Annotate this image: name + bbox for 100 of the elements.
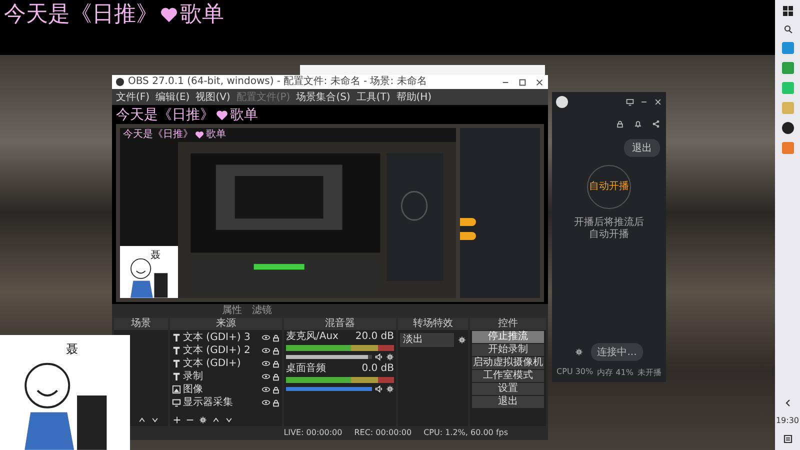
- close-icon[interactable]: [535, 78, 544, 86]
- clock: 19:30: [776, 416, 800, 426]
- lock-icon[interactable]: [616, 120, 624, 128]
- channel-name: 桌面音频: [286, 363, 326, 375]
- lock-icon[interactable]: [272, 372, 280, 380]
- eye-icon[interactable]: [262, 386, 270, 393]
- status-text: 内存 41%: [597, 367, 634, 378]
- settings-icon[interactable]: [386, 353, 394, 361]
- menu-item[interactable]: 场景集合(S): [296, 90, 350, 104]
- text-icon: [172, 333, 181, 342]
- obs-logo-icon: [116, 78, 124, 86]
- settings-icon[interactable]: [199, 416, 207, 424]
- up-icon[interactable]: [138, 416, 146, 424]
- exit-button[interactable]: 退出: [624, 139, 660, 157]
- menu-item[interactable]: 视图(V): [196, 90, 230, 104]
- dock-header: 来源: [170, 318, 282, 330]
- nested-caption: 歌单: [206, 129, 226, 141]
- dock-header: 混音器: [284, 318, 396, 330]
- avatar[interactable]: [556, 96, 568, 108]
- channel-reading: 0.0 dB: [362, 363, 394, 375]
- toolbar-button[interactable]: 滤镜: [252, 305, 272, 317]
- close-icon[interactable]: [654, 98, 662, 106]
- dock-header: 控件: [470, 318, 546, 330]
- add-icon[interactable]: [173, 416, 181, 424]
- settings-icon[interactable]: [386, 385, 394, 393]
- settings-icon[interactable]: [575, 348, 584, 356]
- cpu-status: CPU: 1.2%, 60.00 fps: [424, 428, 508, 438]
- lock-icon[interactable]: [272, 334, 280, 342]
- eye-icon[interactable]: [262, 334, 270, 341]
- share-icon[interactable]: [652, 120, 660, 128]
- status-text: 未开播: [637, 367, 662, 378]
- menu-item[interactable]: 编辑(E): [156, 90, 190, 104]
- overlay-title: 歌单: [180, 2, 224, 28]
- eye-icon[interactable]: [262, 399, 270, 406]
- notification-icon[interactable]: [782, 434, 792, 444]
- speaker-icon[interactable]: [375, 353, 383, 361]
- bell-icon[interactable]: [634, 120, 642, 128]
- lock-icon[interactable]: [272, 360, 280, 368]
- speaker-icon[interactable]: [375, 385, 383, 393]
- source-name[interactable]: 文本 (GDI+) 3: [183, 332, 260, 344]
- menu-item[interactable]: 帮助(H): [396, 90, 432, 104]
- transition-dropdown[interactable]: 淡出: [400, 333, 454, 347]
- monitor-icon[interactable]: [626, 98, 634, 106]
- source-name[interactable]: 显示器采集: [183, 396, 260, 408]
- control-button[interactable]: 退出: [472, 396, 544, 408]
- eye-icon[interactable]: [262, 373, 270, 380]
- search-icon[interactable]: [782, 24, 792, 34]
- source-name[interactable]: 录制: [183, 370, 260, 382]
- control-button[interactable]: 开始录制: [472, 344, 544, 356]
- text-icon: [172, 359, 181, 368]
- preview-caption: 今天是《日推》: [116, 107, 214, 124]
- windows-logo-icon[interactable]: [782, 6, 792, 16]
- heart-icon: [216, 110, 228, 121]
- down-icon[interactable]: [151, 416, 159, 424]
- volume-slider[interactable]: [286, 355, 372, 359]
- app-icon[interactable]: [782, 62, 794, 74]
- connect-button[interactable]: 连接中...: [591, 343, 643, 361]
- menu-item[interactable]: 文件(F): [116, 90, 150, 104]
- window-title: OBS 27.0.1 (64-bit, windows) - 配置文件: 未命名 - 场景: 未命名: [128, 76, 428, 88]
- lock-icon[interactable]: [272, 398, 280, 406]
- control-button[interactable]: 启动虚拟摄像机: [472, 357, 544, 369]
- lock-icon[interactable]: [272, 346, 280, 354]
- hint-text: 开播后将推流后: [574, 217, 644, 228]
- cartoon-label: 聂: [150, 249, 161, 262]
- channel-reading: 20.0 dB: [355, 331, 394, 343]
- settings-icon[interactable]: [458, 336, 466, 344]
- monitor-icon: [172, 398, 181, 407]
- down-icon[interactable]: [225, 416, 233, 424]
- maximize-icon[interactable]: [518, 78, 527, 86]
- hint-text: 自动开播: [589, 229, 629, 241]
- dock-header: 场景: [114, 318, 168, 330]
- eye-icon[interactable]: [262, 347, 270, 354]
- source-name[interactable]: 图像: [183, 384, 260, 396]
- dock-header: 转场特效: [398, 318, 468, 330]
- tag-pill: [460, 218, 476, 226]
- heart-icon: [160, 7, 178, 23]
- lock-icon[interactable]: [272, 386, 280, 394]
- source-name[interactable]: 文本 (GDI+) 2: [183, 344, 260, 356]
- status-text: CPU 30%: [556, 367, 594, 378]
- control-button[interactable]: 设置: [472, 383, 544, 395]
- preview-caption: 歌单: [230, 107, 258, 124]
- nested-caption: 今天是《日推》: [123, 129, 193, 141]
- app-icon[interactable]: [782, 42, 794, 54]
- menu-item[interactable]: 工具(T): [356, 90, 390, 104]
- image-icon: [172, 385, 181, 394]
- up-icon[interactable]: [212, 416, 220, 424]
- auto-start-button[interactable]: 自动开播: [587, 165, 631, 209]
- eye-icon[interactable]: [262, 360, 270, 367]
- toolbar-button[interactable]: 属性: [222, 305, 242, 317]
- control-button[interactable]: 工作室模式: [472, 370, 544, 382]
- live-timer: LIVE: 00:00:00: [284, 428, 342, 438]
- text-icon: [172, 372, 181, 381]
- obs-logo-icon[interactable]: [782, 122, 794, 134]
- control-button[interactable]: 停止推流: [472, 331, 544, 343]
- cartoon-label: 聂: [66, 341, 78, 358]
- source-name[interactable]: 文本 (GDI+): [183, 358, 260, 370]
- heart-icon: [195, 131, 204, 139]
- overlay-title: 今天是《日推》: [4, 2, 158, 28]
- tag-pill: [460, 232, 476, 240]
- volume-slider[interactable]: [286, 387, 372, 391]
